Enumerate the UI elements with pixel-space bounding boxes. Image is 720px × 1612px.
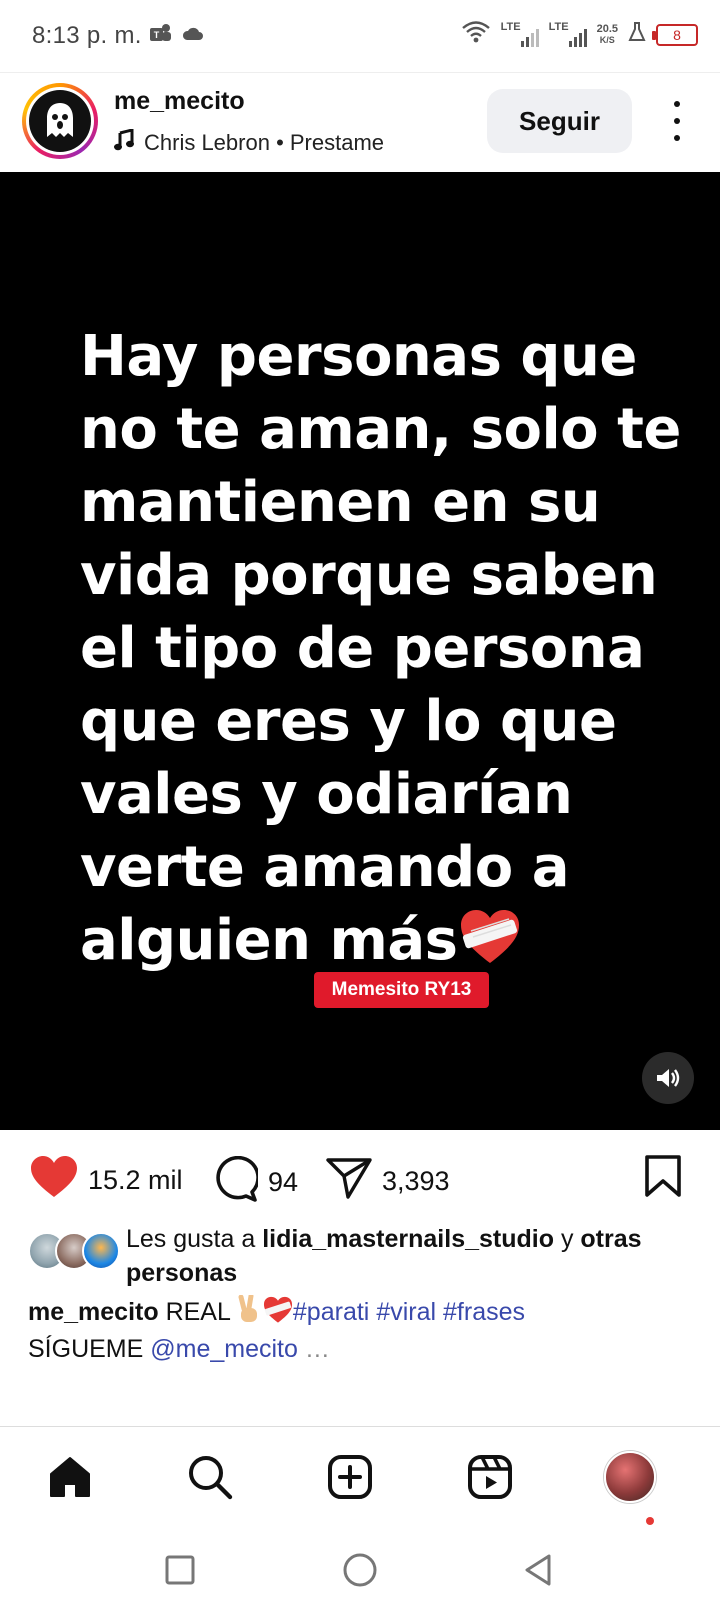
post-username[interactable]: me_mecito — [114, 87, 245, 116]
teams-icon: T — [148, 22, 172, 49]
bookmark-icon[interactable] — [644, 1154, 682, 1203]
music-link[interactable]: Chris Lebron • Prestame — [114, 128, 385, 157]
like-button[interactable]: 15.2 mil — [30, 1156, 183, 1205]
victory-hand-icon — [237, 1293, 263, 1326]
home-button[interactable] — [340, 1550, 380, 1590]
liked-by-user[interactable]: lidia_masternails_studio — [262, 1225, 554, 1253]
caption-username[interactable]: me_mecito — [28, 1298, 159, 1326]
battery-icon: 8 — [652, 23, 698, 46]
status-time: 8:13 p. m. — [32, 22, 142, 49]
post-header: me_mecito Chris Lebron • Prestame Seguir — [0, 72, 720, 172]
volume-icon[interactable] — [642, 1052, 694, 1104]
svg-text:T: T — [154, 30, 160, 40]
comment-button[interactable]: 94 — [212, 1155, 299, 1209]
author-avatar[interactable] — [22, 83, 98, 159]
follow-button[interactable]: Seguir — [487, 89, 632, 153]
wifi-icon — [461, 20, 491, 49]
shares-count: 3,393 — [382, 1166, 450, 1196]
music-track-label: Chris Lebron • Prestame — [144, 130, 385, 155]
post-caption[interactable]: me_mecito REAL #parati #viral #frases SÍ… — [28, 1293, 708, 1368]
flask-icon — [628, 21, 646, 48]
search-icon[interactable] — [182, 1449, 238, 1505]
liker-avatars — [28, 1232, 120, 1272]
back-button[interactable] — [518, 1550, 558, 1590]
notification-dot — [646, 1517, 654, 1525]
create-icon[interactable] — [322, 1449, 378, 1505]
network-speed: 20.5 K/S — [596, 22, 618, 45]
likes-count: 15.2 mil — [88, 1165, 183, 1195]
status-bar: 8:13 p. m. T LTE LTE 20.5 K/S 8 — [0, 0, 720, 72]
bandaged-heart-icon — [263, 1296, 293, 1326]
send-icon — [326, 1156, 372, 1207]
home-icon[interactable] — [42, 1449, 98, 1505]
profile-avatar[interactable] — [602, 1449, 658, 1505]
comments-count: 94 — [268, 1167, 299, 1197]
comment-icon — [212, 1155, 260, 1209]
reels-icon[interactable] — [462, 1449, 518, 1505]
music-note-icon — [114, 128, 134, 157]
hashtag-link[interactable]: #frases — [443, 1298, 525, 1326]
post-media[interactable]: Hay personas que no te aman, solo te man… — [0, 172, 720, 1130]
quote-text: Hay personas que no te aman, solo te man… — [80, 320, 681, 983]
hashtag-link[interactable]: #parati — [293, 1298, 369, 1326]
heart-icon — [30, 1156, 78, 1205]
hashtag-link[interactable]: #viral — [376, 1298, 436, 1326]
liked-by-text: Les gusta a lidia_masternails_studio y o… — [126, 1225, 642, 1287]
ghost-icon — [29, 90, 91, 152]
recents-button[interactable] — [160, 1550, 200, 1590]
share-button[interactable]: 3,393 — [326, 1156, 450, 1207]
avatar — [82, 1232, 120, 1270]
cloud-icon — [182, 25, 204, 46]
more-options-icon[interactable] — [662, 101, 692, 141]
signal-icon: LTE — [549, 21, 587, 49]
watermark-label: Memesito RY13 — [314, 972, 489, 1008]
more-caption[interactable]: … — [298, 1335, 330, 1363]
bottom-navigation — [0, 1426, 720, 1530]
system-navigation — [0, 1530, 720, 1612]
mention-link[interactable]: @me_mecito — [150, 1335, 298, 1363]
signal-icon: LTE — [501, 21, 539, 49]
post-actions: 15.2 mil 94 3,393 — [0, 1130, 720, 1226]
